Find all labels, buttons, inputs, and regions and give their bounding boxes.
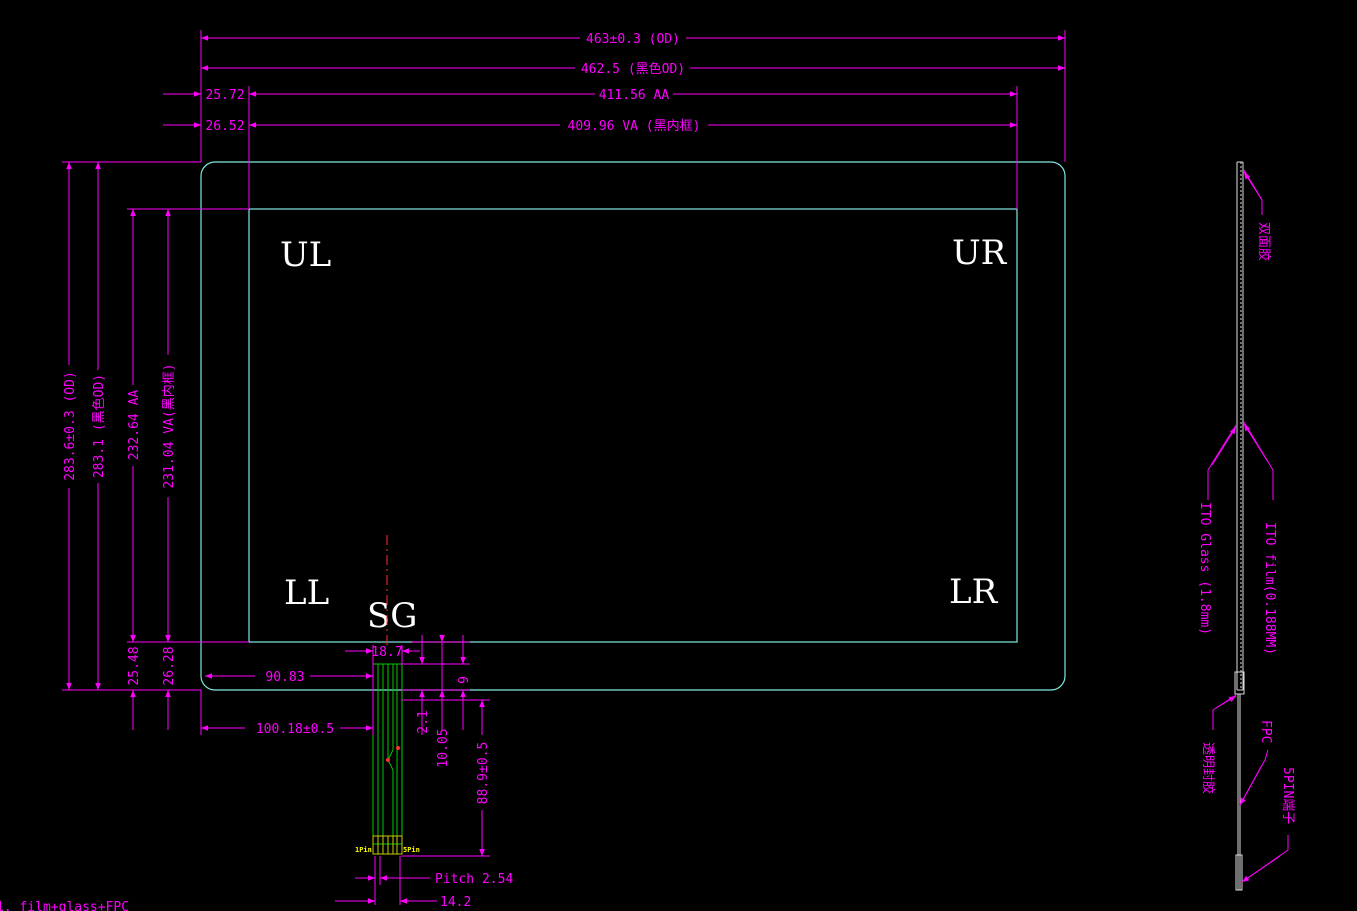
corner-ul: UL — [280, 235, 331, 275]
va-width-label: 409.96 VA (黑内框) — [568, 118, 701, 134]
aa-height-label: 232.64 AA — [127, 390, 142, 461]
fpc-left-offset-label: 90.83 — [265, 670, 304, 685]
viewing-area-outline — [248, 208, 1018, 643]
fpc-side-label: FPC — [1258, 720, 1273, 743]
touch-panel-drawing: 463±0.3 (OD) 462.5 (黑色OD) 25.72 411.56 A… — [0, 30, 1295, 911]
fpc-dimensions: 90.83 100.18±0.5 18.7 2.1 10.05 9 88.9±0… — [200, 635, 513, 910]
va-height-label: 231.04 VA(黑内框) — [161, 363, 177, 488]
fpc-width-top-label: 18.7 — [371, 645, 402, 660]
corner-sg: SG — [367, 596, 417, 636]
black-od-width-label: 462.5 (黑色OD) — [581, 61, 685, 77]
fpc-dim-9-label: 9 — [457, 676, 472, 684]
corner-ll: LL — [284, 573, 329, 613]
left-dimensions: 283.6±0.3 (OD) 283.1 (黑色OD) 232.64 AA 23… — [62, 161, 249, 730]
fpc-pin-5-label: 5Pin — [403, 846, 420, 854]
od-width-label: 463±0.3 (OD) — [586, 32, 680, 47]
fpc-pin-1-label: 1Pin — [355, 846, 372, 854]
fpc-length-label: 88.9±0.5 — [476, 742, 491, 805]
fpc-tail-offset-label: 100.18±0.5 — [256, 722, 334, 737]
top-dimensions: 463±0.3 (OD) 462.5 (黑色OD) 25.72 411.56 A… — [163, 30, 1066, 209]
aa-bottom-offset-label: 25.48 — [127, 646, 142, 685]
ito-glass-label: ITO Glass (1.8mm) — [1197, 502, 1212, 635]
pitch-label: Pitch 2.54 — [435, 872, 513, 887]
va-left-offset-label: 26.52 — [205, 119, 244, 134]
ito-film-label: ITO film(0.188MM) — [1262, 522, 1277, 655]
aa-left-offset-label: 25.72 — [205, 88, 244, 103]
va-bottom-offset-label: 26.28 — [162, 646, 177, 685]
black-od-height-label: 283.1 (黑色OD) — [91, 374, 107, 478]
fpc-tail — [372, 663, 403, 855]
fpc-width-bottom-label: 14.2 — [440, 895, 471, 910]
od-height-label: 283.6±0.3 (OD) — [63, 371, 78, 481]
corner-ur: UR — [952, 233, 1008, 273]
corner-lr: LR — [949, 572, 999, 612]
connector-label: 5PIN端子 — [1280, 767, 1295, 824]
sealant-label: 透明封胶 — [1200, 742, 1216, 794]
aa-width-label: 411.56 AA — [599, 88, 670, 103]
adhesive-label: 双面胶 — [1256, 222, 1272, 261]
fpc-dim-10-05-label: 10.05 — [436, 728, 451, 767]
material-note: 1. film+glass+FPC — [0, 900, 129, 911]
fpc-dim-2-1-label: 2.1 — [416, 710, 431, 733]
